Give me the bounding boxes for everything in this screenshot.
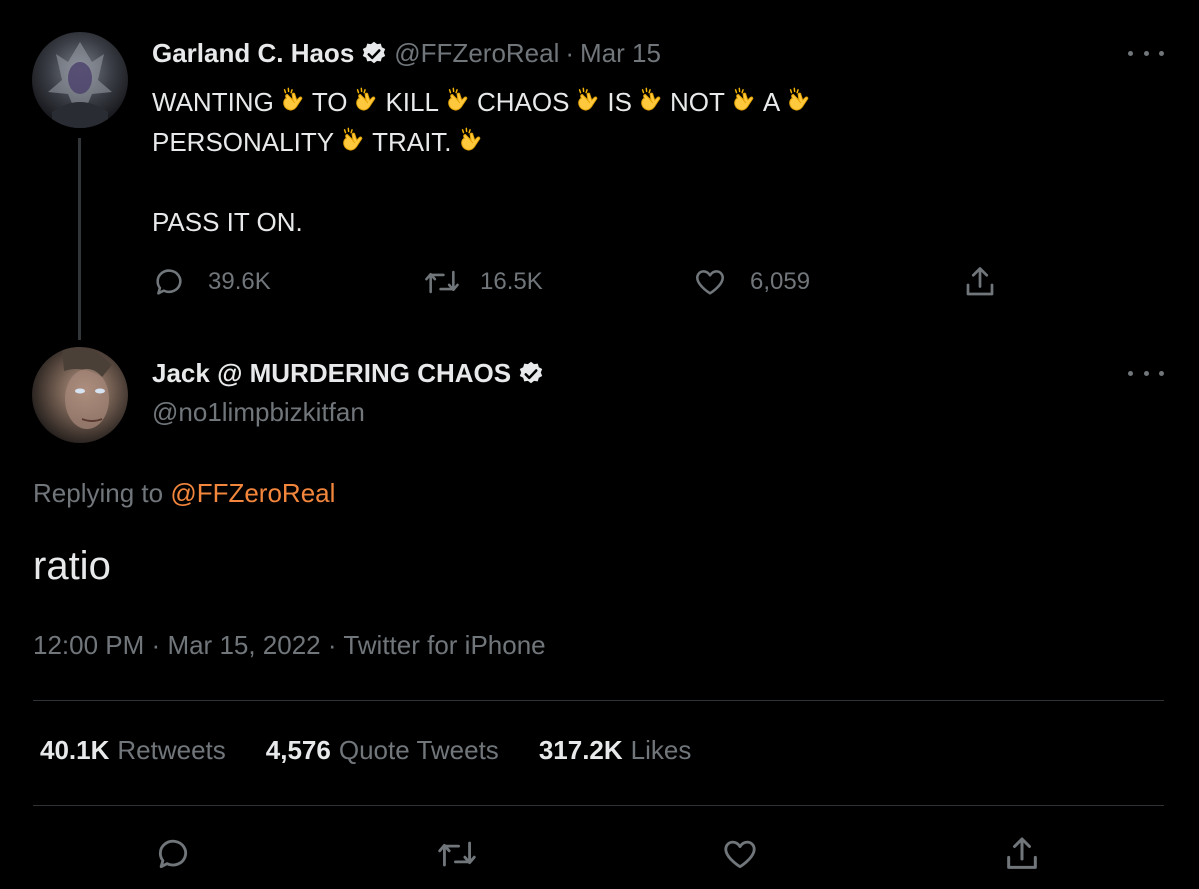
like-action[interactable]: 6,059 <box>692 262 810 302</box>
parent-more-options-icon[interactable] <box>1128 43 1164 63</box>
reply-date[interactable]: Mar 15, 2022 <box>167 630 320 660</box>
share-action[interactable] <box>962 262 998 302</box>
tweet-text-line-2: PERSONALITY TRAIT. <box>152 127 490 157</box>
retweet-icon <box>438 841 476 867</box>
meta-separator: · <box>327 630 337 660</box>
quote-tweets-label: Quote Tweets <box>338 735 499 765</box>
tweet-word: IS <box>607 87 632 117</box>
reply-button[interactable] <box>151 834 195 874</box>
tweet-word: TRAIT. <box>372 127 452 157</box>
tweet-word: NOT <box>670 87 725 117</box>
reply-tweet-text: ratio <box>33 544 111 588</box>
share-icon <box>966 267 994 296</box>
reply-more-options-icon[interactable] <box>1128 363 1164 383</box>
header-separator: · <box>565 38 575 68</box>
reply-icon <box>156 269 182 295</box>
verified-badge-icon <box>519 361 543 383</box>
retweet-button[interactable] <box>435 834 479 874</box>
retweets-count: 40.1K <box>40 735 110 765</box>
tweet-word: WANTING <box>152 87 274 117</box>
meta-separator: · <box>151 630 161 660</box>
reply-source[interactable]: Twitter for iPhone <box>343 630 545 660</box>
quote-tweets-stat[interactable]: 4,576 Quote Tweets <box>266 735 499 766</box>
clapping-hands-emoji-icon <box>356 87 376 111</box>
parent-author-handle[interactable]: @FFZeroReal <box>394 38 559 69</box>
jack-avatar[interactable] <box>32 347 128 443</box>
tweet-word: TO <box>311 87 348 117</box>
likes-count: 317.2K <box>538 735 623 765</box>
retweet-icon <box>425 270 459 294</box>
reply-tweet-meta: 12:00 PM · Mar 15, 2022 · Twitter for iP… <box>33 630 546 661</box>
clapping-hands-emoji-icon <box>343 127 363 151</box>
reply-time[interactable]: 12:00 PM <box>33 630 144 660</box>
tweet-text-line-3: PASS IT ON. <box>152 207 303 237</box>
reply-tweet-header: Jack @ MURDERING CHAOS <box>152 358 545 389</box>
like-count: 6,059 <box>750 268 811 295</box>
reply-icon <box>158 839 188 869</box>
clapping-hands-emoji-icon <box>460 127 480 151</box>
reply-stats-bar: 40.1K Retweets 4,576 Quote Tweets 317.2K Li… <box>40 735 731 766</box>
stats-bottom-divider <box>33 805 1164 806</box>
parent-tweet-date[interactable]: Mar 15 <box>580 38 661 69</box>
tweet-word: CHAOS <box>476 87 570 117</box>
quote-tweets-count: 4,576 <box>265 735 331 765</box>
retweet-action[interactable]: 16.5K <box>422 262 543 302</box>
stats-top-divider <box>33 700 1164 701</box>
tweet-text-line-1: WANTING TO KILL CHAOS IS NOT A <box>152 87 818 117</box>
heart-icon <box>696 270 724 295</box>
share-button[interactable] <box>1000 834 1044 874</box>
likes-label: Likes <box>630 735 692 765</box>
clapping-hands-emoji-icon <box>734 87 754 111</box>
retweets-label: Retweets <box>117 735 226 765</box>
clapping-hands-emoji-icon <box>448 87 468 111</box>
thread-connector-line <box>78 138 81 340</box>
reply-author-handle[interactable]: @no1limpbizkitfan <box>152 397 365 428</box>
parent-tweet-header: Garland C. Haos @FFZeroReal · Mar 15 <box>152 38 661 69</box>
replying-to-mention[interactable]: @FFZeroReal <box>170 478 335 508</box>
clapping-hands-emoji-icon <box>578 87 598 111</box>
tweet-word: A <box>762 87 781 117</box>
share-icon <box>1007 837 1037 869</box>
tweet-thread-page: Garland C. Haos @FFZeroReal · Mar 15 WAN… <box>0 0 1199 889</box>
verified-badge-icon <box>363 41 386 63</box>
tweet-word: KILL <box>385 87 439 117</box>
garland-avatar[interactable] <box>32 32 128 128</box>
replying-to-label: Replying to <box>33 478 164 508</box>
retweets-stat[interactable]: 40.1K Retweets <box>40 735 226 766</box>
likes-stat[interactable]: 317.2K Likes <box>539 735 692 766</box>
parent-tweet-text: WANTING TO KILL CHAOS IS NOT A PERSONALITY TRAI… <box>152 82 1032 242</box>
clapping-hands-emoji-icon <box>789 87 809 111</box>
heart-icon <box>724 840 756 869</box>
like-button[interactable] <box>718 834 762 874</box>
reply-author-name[interactable]: Jack @ MURDERING CHAOS <box>152 358 511 389</box>
parent-author-name[interactable]: Garland C. Haos <box>152 38 354 69</box>
clapping-hands-emoji-icon <box>282 87 303 111</box>
clapping-hands-emoji-icon <box>641 87 661 111</box>
replying-to-line: Replying to @FFZeroReal <box>33 478 335 509</box>
reply-count: 39.6K <box>208 268 271 295</box>
reply-action[interactable]: 39.6K <box>152 262 271 302</box>
tweet-word: PERSONALITY <box>152 127 335 157</box>
retweet-count: 16.5K <box>480 268 543 295</box>
